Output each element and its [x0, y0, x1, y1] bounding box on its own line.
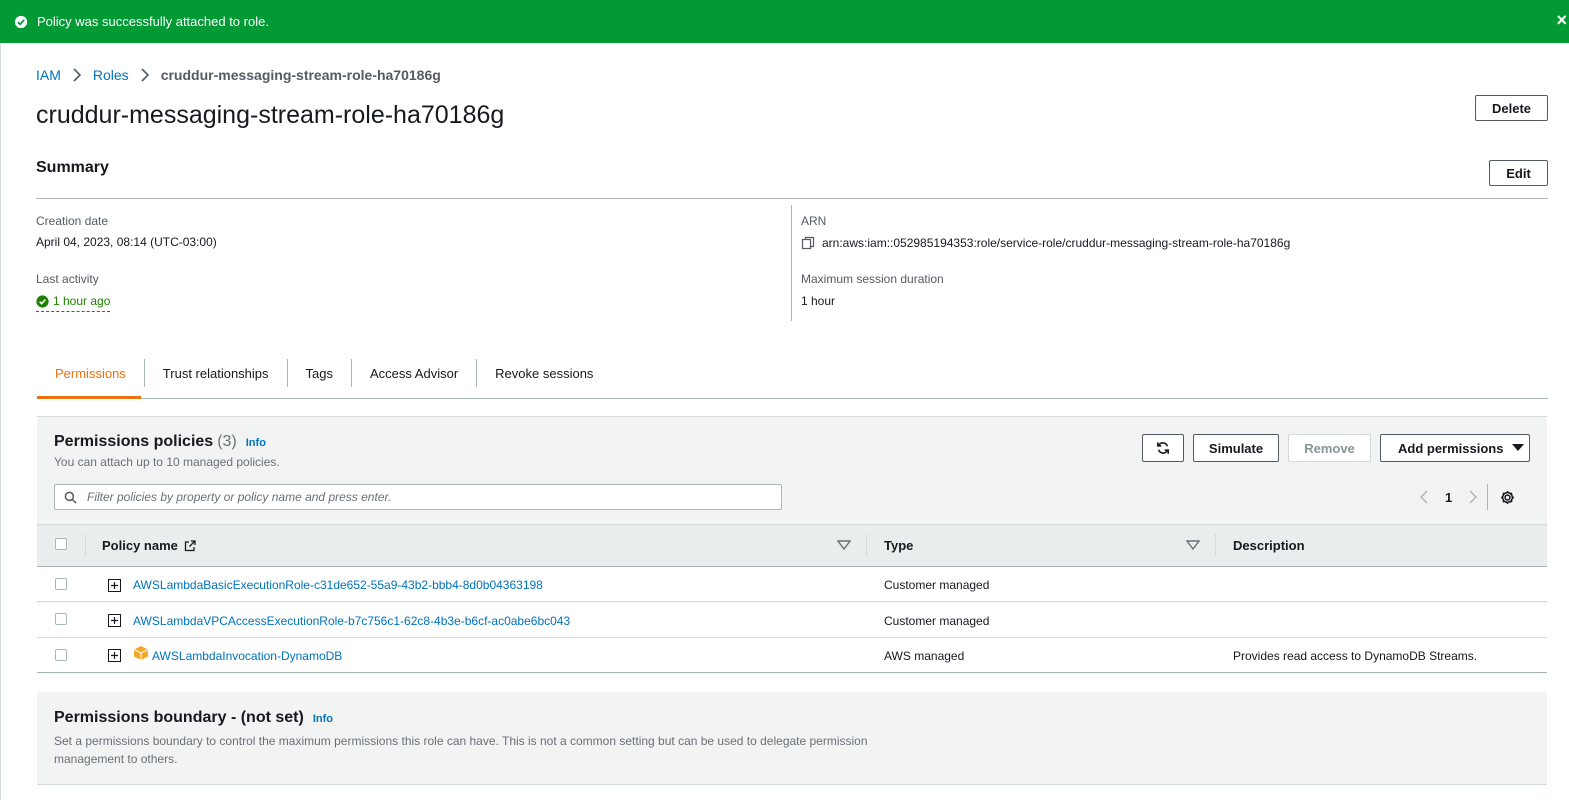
arn-text: arn:aws:iam::052985194353:role/service-r… [822, 236, 1291, 250]
policy-description: Provides read access to DynamoDB Streams… [1233, 649, 1478, 663]
remove-button[interactable]: Remove [1288, 434, 1371, 462]
flash-message: Policy was successfully attached to role… [37, 14, 269, 29]
select-all-checkbox[interactable] [55, 538, 67, 550]
breadcrumb-roles[interactable]: Roles [93, 67, 129, 83]
column-divider [1215, 534, 1216, 556]
max-session-label: Maximum session duration [801, 272, 944, 286]
refresh-icon [1156, 442, 1170, 454]
column-header-type[interactable]: Type [884, 538, 913, 553]
policy-count: (3) [217, 433, 237, 450]
column-header-description: Description [1233, 538, 1305, 553]
max-session-value: 1 hour [801, 294, 836, 308]
simulate-button[interactable]: Simulate [1193, 434, 1279, 462]
add-permissions-label: Add permissions [1398, 440, 1504, 456]
sort-caret-icon[interactable] [837, 540, 851, 550]
add-permissions-button[interactable]: Add permissions [1380, 434, 1530, 462]
edit-button[interactable]: Edit [1489, 160, 1548, 186]
policy-type: AWS managed [884, 649, 965, 663]
aws-managed-cube-icon [133, 646, 149, 660]
policy-name-link[interactable]: AWSLambdaVPCAccessExecutionRole-b7c756c1… [133, 614, 570, 628]
permissions-boundary-heading: Permissions boundary - (not set) Info [54, 709, 333, 727]
tab-permissions[interactable]: Permissions [37, 359, 145, 387]
last-activity-text: 1 hour ago [53, 294, 111, 308]
row-checkbox[interactable] [55, 578, 67, 590]
permissions-description: You can attach up to 10 managed policies… [54, 455, 280, 469]
column-header-policy-name[interactable]: Policy name [102, 538, 196, 553]
expand-icon[interactable] [108, 614, 121, 627]
expand-icon[interactable] [108, 649, 121, 662]
external-link-icon [184, 539, 196, 551]
arn-value: arn:aws:iam::052985194353:role/service-r… [801, 236, 1290, 250]
summary-column-divider [791, 205, 792, 321]
policy-type: Customer managed [884, 614, 990, 628]
sort-caret-icon[interactable] [1186, 540, 1200, 550]
last-activity-label: Last activity [36, 272, 99, 286]
permissions-boundary-description: Set a permissions boundary to control th… [54, 734, 868, 766]
close-icon[interactable]: × [1556, 11, 1567, 29]
permissions-heading-text: Permissions policies [54, 433, 214, 450]
pagination: 1 [1420, 484, 1515, 510]
delete-button[interactable]: Delete [1475, 95, 1548, 121]
page-left-border [0, 43, 1, 800]
column-divider [85, 534, 86, 556]
tab-trust-relationships[interactable]: Trust relationships [145, 359, 288, 387]
policy-name-link[interactable]: AWSLambdaBasicExecutionRole-c31de652-55a… [133, 578, 543, 592]
row-checkbox[interactable] [55, 649, 67, 661]
summary-divider [36, 198, 1548, 199]
tab-access-advisor[interactable]: Access Advisor [352, 359, 478, 387]
chevron-right-icon [141, 68, 149, 82]
row-checkbox[interactable] [55, 613, 67, 625]
column-divider [866, 534, 867, 556]
breadcrumb-current: cruddur-messaging-stream-role-ha70186g [160, 67, 441, 83]
search-icon [64, 491, 77, 504]
page-title: cruddur-messaging-stream-role-ha70186g [36, 101, 505, 129]
breadcrumb: IAM Roles cruddur-messaging-stream-role-… [36, 67, 441, 83]
tab-tags[interactable]: Tags [288, 359, 352, 387]
column-policy-name-label: Policy name [102, 538, 178, 553]
creation-date-value: April 04, 2023, 08:14 (UTC-03:00) [36, 235, 217, 249]
info-link[interactable]: Info [246, 437, 266, 449]
policy-filter-input[interactable] [85, 489, 765, 505]
policy-name-link[interactable]: AWSLambdaInvocation-DynamoDB [152, 649, 342, 663]
chevron-left-icon[interactable] [1420, 490, 1428, 504]
active-tab-indicator [37, 396, 141, 399]
last-activity-value[interactable]: 1 hour ago [36, 294, 111, 312]
chevron-right-icon[interactable] [1469, 490, 1478, 504]
info-link[interactable]: Info [313, 713, 333, 725]
caret-down-icon [1512, 444, 1525, 451]
success-flashbar: Policy was successfully attached to role… [0, 0, 1569, 43]
chevron-right-icon [73, 68, 82, 82]
refresh-button[interactable] [1142, 434, 1184, 462]
copy-icon[interactable] [801, 236, 815, 250]
success-check-icon [36, 294, 49, 308]
expand-icon[interactable] [108, 579, 121, 592]
policies-table-header [37, 524, 1547, 567]
success-check-icon [14, 15, 28, 28]
creation-date-label: Creation date [36, 214, 109, 228]
breadcrumb-iam[interactable]: IAM [36, 67, 61, 83]
arn-label: ARN [801, 214, 827, 228]
pager-divider [1487, 484, 1489, 510]
permissions-policies-heading: Permissions policies (3) Info [54, 433, 266, 451]
tab-revoke-sessions[interactable]: Revoke sessions [477, 359, 611, 387]
page-number[interactable]: 1 [1445, 490, 1452, 505]
policy-type: Customer managed [884, 578, 990, 592]
role-tabs: Permissions Trust relationships Tags Acc… [37, 358, 611, 399]
summary-heading: Summary [36, 159, 109, 176]
tabs-divider [37, 398, 1548, 399]
policy-filter [54, 484, 782, 510]
boundary-heading-text: Permissions boundary - (not set) [54, 709, 304, 726]
gear-icon[interactable] [1500, 490, 1515, 505]
